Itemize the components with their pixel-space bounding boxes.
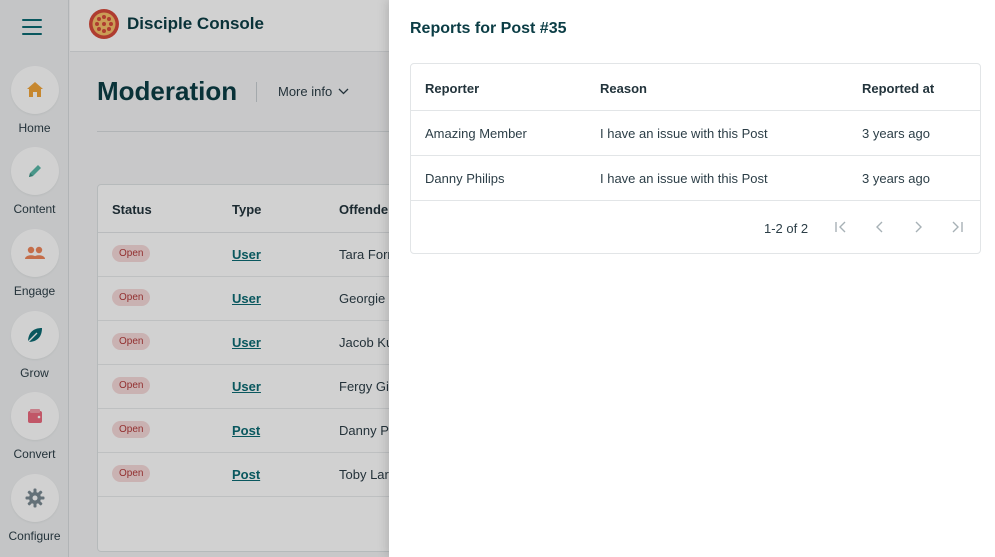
reporter-name: Danny Philips [425, 171, 505, 186]
previous-page-icon[interactable] [871, 218, 889, 236]
reporter-name: Amazing Member [425, 126, 527, 141]
reports-drawer: Reports for Post #35 Reporter Reason Rep… [389, 0, 995, 557]
table-header: Reporter Reason Reported at [411, 64, 980, 111]
table-row[interactable]: Danny Philips I have an issue with this … [411, 156, 980, 201]
reported-at: 3 years ago [862, 171, 930, 186]
pagination-range: 1-2 of 2 [764, 221, 809, 236]
report-reason: I have an issue with this Post [600, 171, 768, 186]
pagination: 1-2 of 2 [411, 201, 980, 254]
reported-at: 3 years ago [862, 126, 930, 141]
reports-table: Reporter Reason Reported at Amazing Memb… [410, 63, 981, 254]
column-header-reporter[interactable]: Reporter [425, 81, 479, 96]
table-row[interactable]: Amazing Member I have an issue with this… [411, 111, 980, 156]
next-page-icon[interactable] [909, 218, 927, 236]
first-page-icon[interactable] [832, 218, 850, 236]
last-page-icon[interactable] [948, 218, 966, 236]
drawer-title: Reports for Post #35 [410, 20, 567, 37]
report-reason: I have an issue with this Post [600, 126, 768, 141]
column-header-reason[interactable]: Reason [600, 81, 647, 96]
column-header-reported-at[interactable]: Reported at [862, 81, 934, 96]
